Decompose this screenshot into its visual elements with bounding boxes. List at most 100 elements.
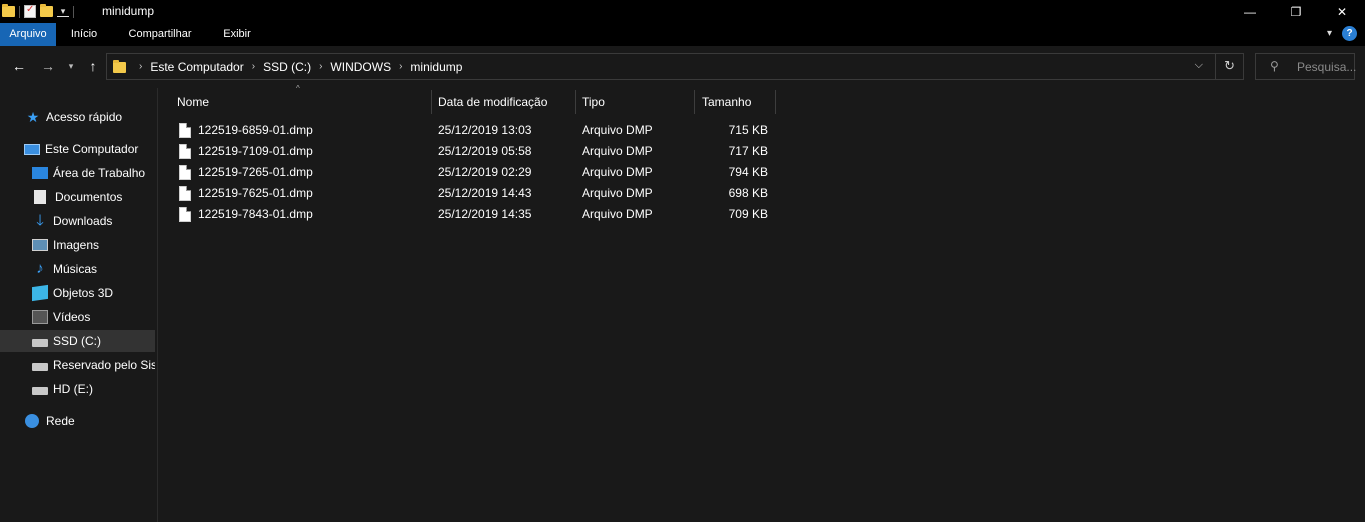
refresh-icon[interactable]: ↻	[1224, 58, 1235, 74]
sidebar-item-ssd-c[interactable]: SSD (C:)	[0, 330, 155, 352]
sidebar-item-label: Imagens	[53, 238, 100, 252]
file-row[interactable]: 122519-7843-01.dmp 25/12/2019 14:35 Arqu…	[159, 204, 779, 225]
sidebar-item-documentos[interactable]: Documentos	[0, 186, 155, 208]
file-row[interactable]: 122519-7625-01.dmp 25/12/2019 14:43 Arqu…	[159, 183, 779, 204]
help-icon[interactable]: ?	[1342, 26, 1357, 41]
breadcrumb-minidump[interactable]: minidump	[410, 60, 462, 74]
column-header-size[interactable]: Tamanho	[702, 90, 774, 114]
divider	[1215, 54, 1216, 79]
sidebar-item-acesso-rapido[interactable]: ★ Acesso rápido	[0, 106, 155, 128]
drive-icon	[32, 387, 48, 395]
computer-icon	[24, 143, 40, 155]
file-icon	[179, 207, 191, 222]
chevron-right-icon[interactable]: ›	[399, 61, 402, 72]
up-arrow-icon[interactable]: ↑	[84, 56, 102, 76]
address-history-dropdown-icon[interactable]: ⌵	[1195, 59, 1203, 72]
column-divider[interactable]	[775, 90, 776, 114]
address-bar[interactable]: › Este Computador › SSD (C:) › WINDOWS ›…	[106, 53, 1244, 80]
network-icon	[25, 414, 39, 428]
file-type: Arquivo DMP	[582, 144, 653, 158]
drive-icon	[32, 339, 48, 347]
videos-icon	[32, 310, 48, 324]
sidebar-item-imagens[interactable]: Imagens	[0, 234, 155, 256]
breadcrumb-windows[interactable]: WINDOWS	[330, 60, 391, 74]
separator	[73, 5, 74, 18]
sidebar-item-label: Documentos	[55, 190, 123, 204]
file-name: 122519-7265-01.dmp	[198, 165, 313, 179]
sidebar-item-musicas[interactable]: ♪ Músicas	[0, 258, 155, 280]
file-list: ^ Nome Data de modificação Tipo Tamanho …	[159, 84, 1365, 522]
sidebar-item-label: Este Computador	[45, 142, 139, 156]
sidebar-item-area-de-trabalho[interactable]: Área de Trabalho	[0, 162, 155, 184]
file-row[interactable]: 122519-7265-01.dmp 25/12/2019 02:29 Arqu…	[159, 162, 779, 183]
file-type: Arquivo DMP	[582, 186, 653, 200]
breadcrumb-este-computador[interactable]: Este Computador	[150, 60, 243, 74]
breadcrumb-ssd[interactable]: SSD (C:)	[263, 60, 311, 74]
close-button[interactable]: ✕	[1319, 0, 1365, 23]
music-icon: ♪	[36, 260, 44, 277]
customize-toolbar-dropdown[interactable]: ▾	[57, 6, 69, 17]
tab-compartilhar[interactable]: Compartilhar	[112, 23, 208, 46]
sidebar-item-label: Área de Trabalho	[53, 166, 146, 180]
column-divider[interactable]	[431, 90, 432, 114]
chevron-right-icon[interactable]: ›	[319, 61, 322, 72]
column-header-type[interactable]: Tipo	[582, 90, 692, 114]
tab-arquivo[interactable]: Arquivo	[0, 23, 56, 46]
sidebar-item-videos[interactable]: Vídeos	[0, 306, 155, 328]
file-size: 709 KB	[728, 207, 768, 221]
tab-inicio[interactable]: Início	[56, 23, 112, 46]
search-placeholder: Pesquisa...	[1297, 60, 1357, 74]
file-row[interactable]: 122519-6859-01.dmp 25/12/2019 13:03 Arqu…	[159, 120, 779, 141]
column-divider[interactable]	[575, 90, 576, 114]
sidebar-item-label: Downloads	[53, 214, 113, 228]
minimize-button[interactable]: —	[1227, 0, 1273, 23]
drive-icon	[32, 363, 48, 371]
breadcrumb: › Este Computador › SSD (C:) › WINDOWS ›…	[131, 54, 462, 79]
file-icon	[179, 123, 191, 138]
sidebar-item-reservado-pelo-sistema[interactable]: Reservado pelo Sistema	[0, 354, 155, 376]
desktop-icon	[32, 167, 48, 179]
file-name: 122519-7625-01.dmp	[198, 186, 313, 200]
3d-objects-icon	[32, 284, 48, 302]
properties-icon[interactable]	[24, 4, 36, 18]
sidebar-item-downloads[interactable]: 🡓 Downloads	[0, 210, 155, 232]
chevron-right-icon[interactable]: ›	[139, 61, 142, 72]
documents-icon	[34, 190, 46, 204]
window-title: minidump	[102, 4, 155, 18]
sidebar-item-label: Vídeos	[53, 310, 91, 324]
back-arrow-icon[interactable]: ←	[10, 56, 28, 76]
file-date: 25/12/2019 05:58	[438, 144, 532, 158]
file-name: 122519-7843-01.dmp	[198, 207, 313, 221]
file-icon	[179, 144, 191, 159]
sidebar-item-label: Acesso rápido	[46, 110, 123, 124]
sidebar-item-hd-e[interactable]: HD (E:)	[0, 378, 155, 400]
file-row[interactable]: 122519-7109-01.dmp 25/12/2019 05:58 Arqu…	[159, 141, 779, 162]
search-input[interactable]: ⚲ Pesquisa...	[1255, 53, 1357, 80]
file-size: 715 KB	[728, 123, 768, 137]
column-divider[interactable]	[694, 90, 695, 114]
file-icon	[179, 186, 191, 201]
star-icon: ★	[26, 109, 40, 125]
sidebar-item-objetos-3d[interactable]: Objetos 3D	[0, 282, 155, 304]
column-header-name[interactable]: Nome	[177, 90, 427, 114]
recent-locations-chevron-icon[interactable]: ▾	[65, 56, 77, 76]
new-folder-icon[interactable]	[40, 4, 53, 17]
navigation-pane: ★ Acesso rápido Este Computador Área de …	[0, 88, 158, 522]
column-header-date[interactable]: Data de modificação	[438, 90, 576, 114]
forward-arrow-icon[interactable]: →	[39, 56, 57, 76]
file-size: 698 KB	[728, 186, 768, 200]
navigation-bar: ← → ▾ ↑ › Este Computador › SSD (C:) › W…	[0, 46, 1365, 88]
sidebar-item-rede[interactable]: Rede	[0, 410, 155, 432]
file-size: 717 KB	[728, 144, 768, 158]
sidebar-item-label: Reservado pelo Sistema	[53, 358, 155, 372]
quick-access-toolbar: ▾	[2, 3, 74, 20]
file-icon	[179, 165, 191, 180]
sidebar-item-este-computador[interactable]: Este Computador	[0, 138, 155, 160]
tab-exibir[interactable]: Exibir	[208, 23, 266, 46]
maximize-button[interactable]: ❐	[1273, 0, 1319, 23]
ribbon-tabs: Arquivo Início Compartilhar Exibir ▾ ?	[0, 23, 1365, 46]
file-type: Arquivo DMP	[582, 207, 653, 221]
chevron-right-icon[interactable]: ›	[252, 61, 255, 72]
expand-ribbon-chevron-icon[interactable]: ▾	[1327, 28, 1332, 39]
folder-icon	[113, 60, 126, 73]
